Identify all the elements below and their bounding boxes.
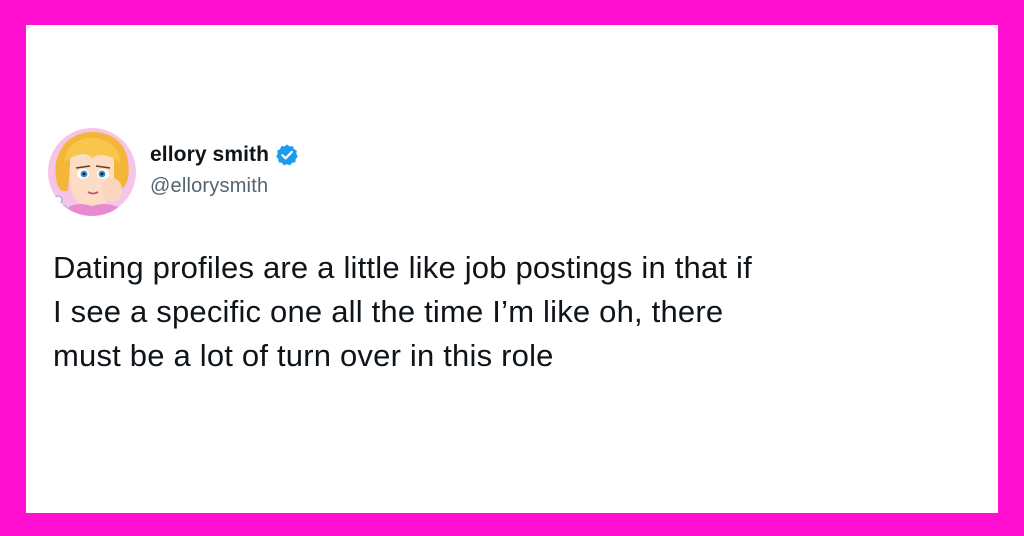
- verified-badge-icon: [275, 143, 299, 167]
- avatar-illustration: [48, 128, 136, 216]
- author-handle[interactable]: @ellorysmith: [150, 175, 268, 198]
- author-display-name[interactable]: ellory smith: [150, 143, 269, 167]
- tweet-card: ellory smith @ellorysmith Dating profile…: [26, 25, 998, 513]
- tweet-text-line: must be a lot of turn over in this role: [53, 338, 554, 373]
- author-name-row: ellory smith: [150, 140, 299, 170]
- tweet-text: Dating profiles are a little like job po…: [53, 246, 953, 378]
- avatar[interactable]: [48, 128, 136, 216]
- tweet-text-line: Dating profiles are a little like job po…: [53, 250, 752, 285]
- tweet-text-line: I see a specific one all the time I’m li…: [53, 294, 724, 329]
- pink-frame: ellory smith @ellorysmith Dating profile…: [0, 0, 1024, 536]
